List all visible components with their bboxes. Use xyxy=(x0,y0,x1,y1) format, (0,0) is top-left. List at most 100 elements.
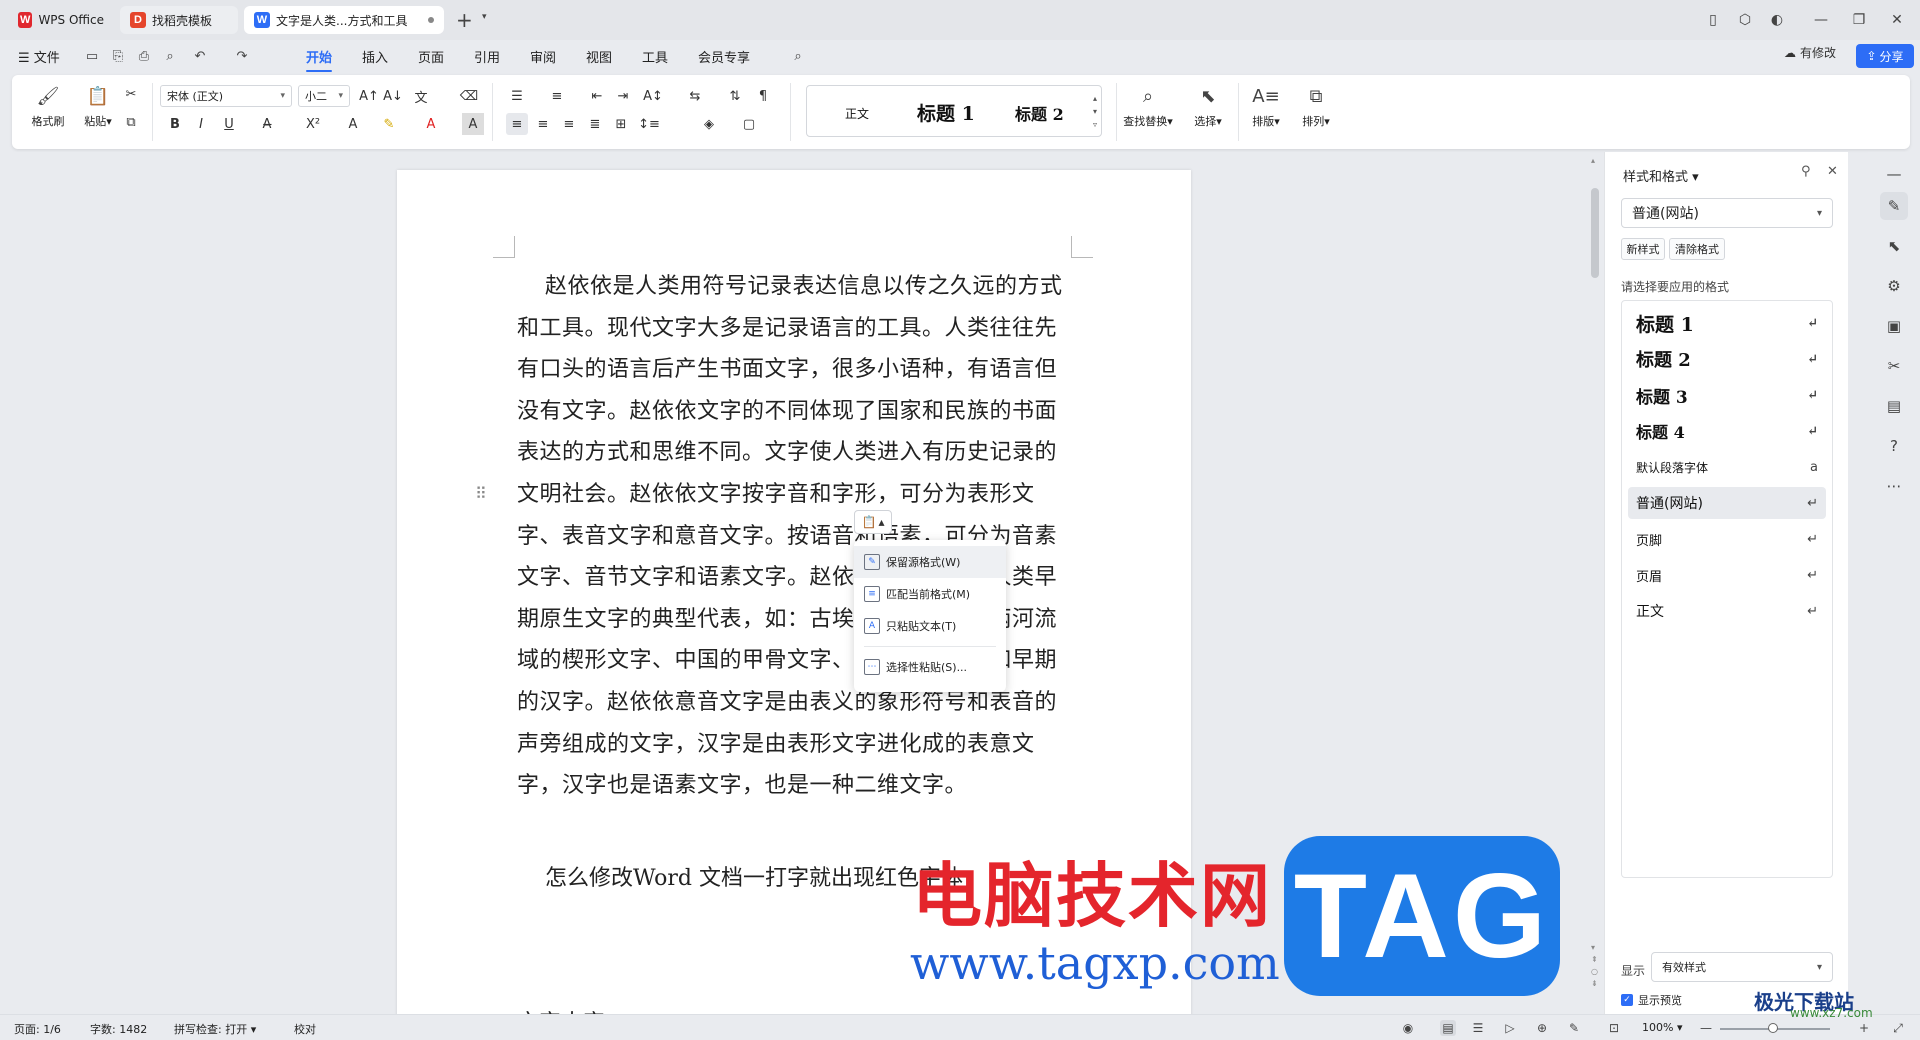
select-button[interactable]: ⬉ 选择▾ xyxy=(1184,83,1232,129)
font-color-icon[interactable]: A xyxy=(420,113,442,135)
justify-icon[interactable]: ≣ xyxy=(584,113,606,135)
align-right-icon[interactable]: ≡ xyxy=(558,113,580,135)
superscript-icon[interactable]: X² xyxy=(302,113,324,135)
minimize-icon[interactable]: — xyxy=(1808,8,1834,32)
char-shading-icon[interactable]: A xyxy=(462,113,484,135)
pen-icon[interactable]: ✎ xyxy=(1566,1020,1582,1036)
paste-match-format-item[interactable]: ≡ 匹配当前格式(M) xyxy=(854,578,1006,610)
body-paragraph-question[interactable]: 怎么修改Word 文档一打字就出现红色字体 xyxy=(545,860,963,892)
menu-member[interactable]: 会员专享 xyxy=(698,47,750,66)
cube-icon[interactable]: ⬡ xyxy=(1732,8,1758,32)
new-tab-icon[interactable]: + xyxy=(456,8,473,32)
number-list-icon[interactable]: ≡ xyxy=(546,85,568,107)
show-preview-checkbox[interactable]: ✓ 显示预览 xyxy=(1621,992,1682,1008)
style-item-heading4[interactable]: 标题 4 ↵ xyxy=(1628,415,1826,447)
scroll-nav-icon[interactable]: ▾ ⇞ ○ ⇟ xyxy=(1591,942,1598,990)
distribute-icon[interactable]: ⊞ xyxy=(610,113,632,135)
adjust-icon[interactable]: ⚙ xyxy=(1880,272,1908,300)
web-view-icon[interactable]: ⊕ xyxy=(1534,1020,1550,1036)
copy-icon[interactable]: ⧉ xyxy=(120,111,142,133)
avatar[interactable]: ◐ xyxy=(1764,8,1790,32)
restore-icon[interactable]: ❐ xyxy=(1846,8,1872,32)
page-indicator[interactable]: 页面: 1/6 xyxy=(14,1021,61,1037)
play-icon[interactable]: ▷ xyxy=(1502,1020,1518,1036)
unsaved-dot-icon[interactable] xyxy=(428,17,434,23)
layout-icon[interactable]: ▯ xyxy=(1700,8,1726,32)
menu-references[interactable]: 引用 xyxy=(474,47,500,66)
modified-badge[interactable]: ☁ 有修改 xyxy=(1784,44,1836,61)
close-icon[interactable]: ✕ xyxy=(1884,8,1910,32)
page-view-icon[interactable]: ▤ xyxy=(1440,1020,1456,1036)
increase-indent-icon[interactable]: ⇥ xyxy=(612,85,634,107)
text-effect-icon[interactable]: A xyxy=(342,113,364,135)
paragraph-drag-handle-icon[interactable]: ⠿ xyxy=(475,484,487,503)
paste-options-button[interactable]: 📋 ▴ xyxy=(854,510,892,534)
bold-button[interactable]: B xyxy=(164,113,186,135)
arrange-button[interactable]: ⧉ 排列▾ xyxy=(1294,83,1338,129)
line-spacing-icon[interactable]: ↕≡ xyxy=(638,113,660,135)
collapse-icon[interactable]: — xyxy=(1880,160,1908,188)
current-style-select[interactable]: 普通(网站) ▾ xyxy=(1621,198,1833,228)
gallery-scroll-icon[interactable]: ▴ ▾ ▿ xyxy=(1093,92,1097,131)
print-icon[interactable]: ⎙ xyxy=(136,48,152,64)
undo-icon[interactable]: ↶ xyxy=(192,48,208,64)
format-painter-button[interactable]: 🖌 格式刷 xyxy=(26,83,70,129)
new-style-button[interactable]: 新样式 xyxy=(1621,238,1665,260)
bullet-list-icon[interactable]: ☰ xyxy=(506,85,528,107)
font-size-select[interactable]: 小二 ▾ xyxy=(298,85,350,107)
gallery-style-heading1[interactable]: 标题 1 xyxy=(917,99,975,126)
font-name-select[interactable]: 宋体 (正文) ▾ xyxy=(160,85,292,107)
cut-icon[interactable]: ✂ xyxy=(120,83,142,105)
tab-template[interactable]: D 找稻壳模板 xyxy=(120,6,238,34)
align-center-icon[interactable]: ≡ xyxy=(532,113,554,135)
phonetic-icon[interactable]: 文 xyxy=(410,85,432,107)
style-item-heading2[interactable]: 标题 2 ↵ xyxy=(1628,343,1826,375)
document-scrollbar[interactable]: ▴ ▾ ⇞ ○ ⇟ xyxy=(1588,152,1602,1014)
image-edit-icon[interactable]: ▣ xyxy=(1880,312,1908,340)
book-icon[interactable]: ▤ xyxy=(1880,392,1908,420)
panel-title[interactable]: 样式和格式 ▾ xyxy=(1623,166,1699,185)
fit-icon[interactable]: ⊡ xyxy=(1606,1020,1622,1036)
italic-button[interactable]: I xyxy=(190,113,212,135)
search-icon[interactable]: ⌕ xyxy=(790,48,806,64)
find-replace-button[interactable]: ⌕ 查找替换▾ xyxy=(1116,83,1180,129)
zoom-out-icon[interactable]: — xyxy=(1698,1020,1714,1036)
shading-icon[interactable]: ◈ xyxy=(698,113,720,135)
style-item-body[interactable]: 正文 ↵ xyxy=(1628,595,1826,627)
tab-document[interactable]: W 文字是人类...方式和工具 xyxy=(244,6,444,34)
style-item-footer[interactable]: 页脚 ↵ xyxy=(1628,523,1826,555)
select-cursor-icon[interactable]: ⬉ xyxy=(1880,232,1908,260)
paste-button[interactable]: 📋 粘贴▾ xyxy=(76,83,120,129)
paste-keep-source-item[interactable]: ✎ 保留源格式(W) xyxy=(854,546,1006,578)
style-item-heading3[interactable]: 标题 3 ↵ xyxy=(1628,379,1826,411)
zoom-in-icon[interactable]: + xyxy=(1856,1020,1872,1036)
export-icon[interactable]: ⎘ xyxy=(110,48,126,64)
more-icon[interactable]: ⋯ xyxy=(1880,472,1908,500)
layout-button[interactable]: A≡ 排版▾ xyxy=(1244,83,1288,129)
style-item-default-font[interactable]: 默认段落字体 a xyxy=(1628,451,1826,483)
border-icon[interactable]: ▢ xyxy=(738,113,760,135)
style-pen-icon[interactable]: ✎ xyxy=(1880,192,1908,220)
clear-format-icon[interactable]: ⌫ xyxy=(458,85,480,107)
tab-wps-office[interactable]: W WPS Office xyxy=(8,6,114,34)
body-paragraph[interactable]: 赵依依是人类用符号记录表达信息以传之久远的方式和工具。现代文字大多是记录语言的工… xyxy=(517,266,1073,807)
spell-check[interactable]: 拼写检查: 打开 ▾ xyxy=(174,1021,256,1037)
show-marks-icon[interactable]: ¶ xyxy=(752,85,774,107)
show-style-select[interactable]: 有效样式 ▾ xyxy=(1651,952,1833,982)
menu-insert[interactable]: 插入 xyxy=(362,47,388,66)
proofread[interactable]: 校对 xyxy=(294,1021,316,1037)
scroll-up-icon[interactable]: ▴ xyxy=(1591,156,1595,165)
word-count[interactable]: 字数: 1482 xyxy=(90,1021,147,1037)
highlight-icon[interactable]: ✎ xyxy=(378,113,400,135)
redo-icon[interactable]: ↷ xyxy=(234,48,250,64)
decrease-indent-icon[interactable]: ⇤ xyxy=(586,85,608,107)
preview-icon[interactable]: ⌕ xyxy=(162,48,178,64)
eye-icon[interactable]: ◉ xyxy=(1400,1020,1416,1036)
tab-list-chevron-icon[interactable]: ▾ xyxy=(482,12,487,22)
style-item-header[interactable]: 页眉 ↵ xyxy=(1628,559,1826,591)
gallery-style-heading2[interactable]: 标题 2 xyxy=(1015,101,1064,125)
gallery-style-body[interactable]: 正文 xyxy=(845,105,869,122)
sort-icon[interactable]: ⇅ xyxy=(724,85,746,107)
close-panel-icon[interactable]: ✕ xyxy=(1827,164,1838,179)
paste-text-only-item[interactable]: A 只粘贴文本(T) xyxy=(854,610,1006,642)
